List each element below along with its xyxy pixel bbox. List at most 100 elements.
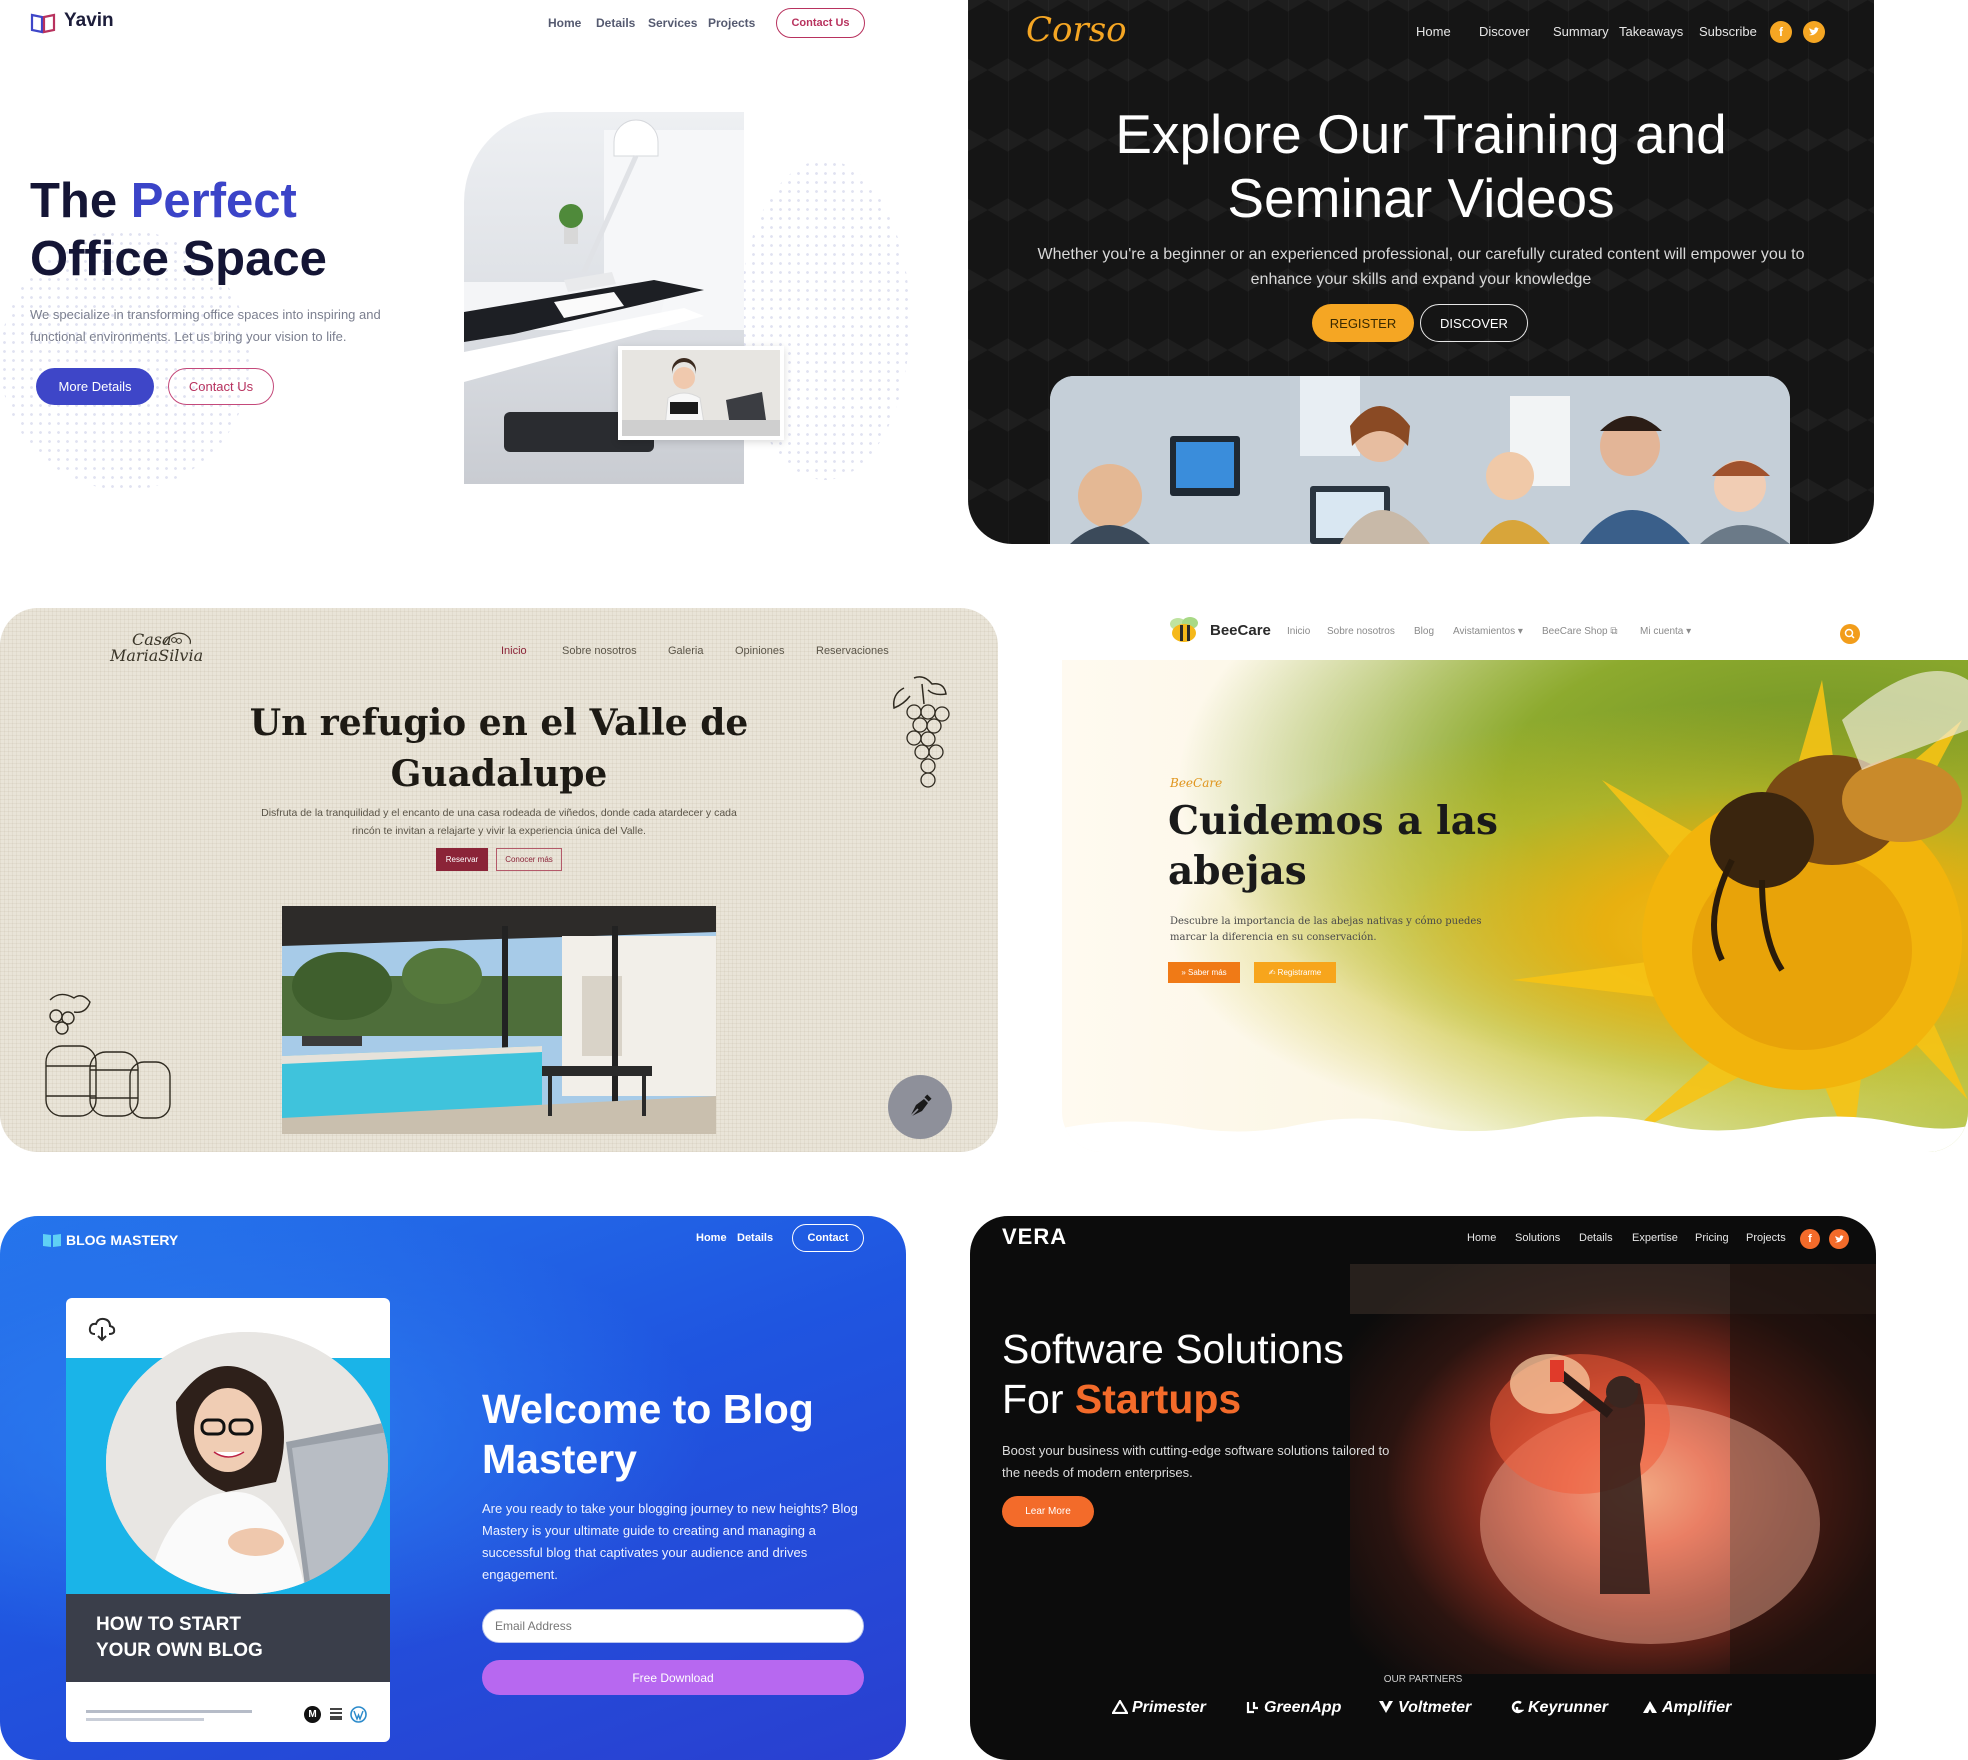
nav-sobre-nosotros[interactable]: Sobre nosotros — [1327, 626, 1395, 637]
ebook-title: HOW TO START YOUR OWN BLOG — [96, 1612, 263, 1664]
partner-keyrunner[interactable]: Keyrunner — [1510, 1699, 1608, 1717]
nav-takeaways[interactable]: Takeaways — [1619, 24, 1683, 39]
hero-title: Un refugio en el Valle de Guadalupe — [0, 698, 998, 800]
nav-projects[interactable]: Projects — [1746, 1232, 1786, 1244]
twitter-icon[interactable] — [1803, 21, 1825, 43]
partner-primester[interactable]: Primester — [1112, 1699, 1206, 1717]
contact-us-button[interactable]: Contact Us — [168, 368, 274, 405]
bee-logo-icon — [1170, 617, 1198, 642]
vera-panel: VERA Home Solutions Details Expertise Pr… — [970, 1216, 1876, 1760]
nav-reservaciones[interactable]: Reservaciones — [816, 645, 889, 657]
nav-sobre-nosotros[interactable]: Sobre nosotros — [562, 645, 637, 657]
hero-title-line1: Un refugio en el Valle de — [249, 702, 749, 744]
hero-brand-tag: BeeCare — [1170, 776, 1223, 790]
partners-label: OUR PARTNERS — [1383, 1674, 1463, 1685]
nav-contact-button[interactable]: Contact Us — [776, 8, 865, 38]
beecare-panel: BeeCare Inicio Sobre nosotros Blog Avist… — [1062, 608, 1968, 1152]
corso-panel: Corso Home Discover Summary Takeaways Su… — [968, 0, 1874, 544]
twitter-icon[interactable] — [1829, 1229, 1849, 1249]
greenapp-logo-icon — [1246, 1702, 1258, 1714]
wave-divider — [1062, 1116, 1968, 1152]
nav-pricing[interactable]: Pricing — [1695, 1232, 1729, 1244]
brand-logo[interactable]: VERA — [1002, 1224, 1067, 1250]
nav-home[interactable]: Home — [696, 1232, 727, 1244]
ebook-cover-card: HOW TO START YOUR OWN BLOG M — [66, 1298, 390, 1742]
voltmeter-logo-icon — [1379, 1701, 1393, 1713]
primester-logo-icon — [1112, 1700, 1128, 1714]
more-details-button[interactable]: More Details — [36, 368, 154, 405]
reservar-button[interactable]: Reservar — [436, 848, 488, 871]
blogger-portrait — [106, 1332, 388, 1594]
medium-icon[interactable]: M — [304, 1706, 321, 1723]
brand-logo[interactable]: Yavin — [64, 10, 114, 32]
ebook-title-line2: YOUR OWN BLOG — [96, 1640, 263, 1661]
hero-title-line2: Mastery — [482, 1436, 637, 1482]
nav-discover[interactable]: Discover — [1479, 24, 1530, 39]
nav-services[interactable]: Services — [648, 16, 697, 30]
facebook-icon[interactable]: f — [1770, 21, 1792, 43]
nav-opiniones[interactable]: Opiniones — [735, 645, 785, 657]
hero-title: Welcome to Blog Mastery — [482, 1384, 814, 1484]
brand-logo[interactable]: Corso — [1026, 10, 1127, 50]
hero-description: Whether you're a beginner or an experien… — [1037, 246, 1805, 288]
bee-flower-photo — [1062, 660, 1968, 1152]
nav-home[interactable]: Home — [1467, 1232, 1496, 1244]
nav-contact-button[interactable]: Contact — [792, 1224, 864, 1252]
learn-more-button[interactable]: Lear More — [1002, 1496, 1094, 1527]
hero-title-line2: Office Space — [30, 232, 327, 286]
search-icon[interactable] — [1840, 624, 1860, 644]
nav-blog[interactable]: Blog — [1414, 626, 1434, 637]
edit-floating-button[interactable] — [888, 1075, 952, 1139]
nav-details[interactable]: Details — [596, 16, 635, 30]
grape-leaf-logo-icon — [163, 632, 191, 645]
nav-summary[interactable]: Summary — [1553, 24, 1609, 39]
nav-subscribe[interactable]: Subscribe — [1699, 24, 1757, 39]
hero-description: Descubre la importancia de las abejas na… — [1170, 916, 1482, 943]
partner-greenapp[interactable]: GreenApp — [1246, 1699, 1341, 1717]
saber-mas-button[interactable]: » Saber más — [1168, 962, 1240, 983]
hero-title-line2: abejas — [1168, 848, 1307, 894]
conocer-mas-button[interactable]: Conocer más — [496, 848, 562, 871]
ebook-title-line1: HOW TO START — [96, 1614, 241, 1635]
hero-description: We specialize in transforming office spa… — [30, 307, 381, 344]
email-input[interactable]: Email Address — [482, 1609, 864, 1643]
free-download-button[interactable]: Free Download — [482, 1660, 864, 1695]
nav-avistamientos[interactable]: Avistamientos ▾ — [1453, 626, 1523, 637]
discover-button[interactable]: DISCOVER — [1420, 304, 1528, 342]
register-button[interactable]: REGISTER — [1312, 304, 1414, 342]
nav-inicio[interactable]: Inicio — [1287, 626, 1310, 637]
nav-galeria[interactable]: Galeria — [668, 645, 703, 657]
hero-title-line2: Guadalupe — [390, 753, 608, 795]
facebook-icon[interactable]: f — [1800, 1229, 1820, 1249]
partner-amplifier-label: Amplifier — [1662, 1699, 1732, 1716]
brand-logo[interactable]: BeeCare — [1210, 622, 1271, 639]
nav-home[interactable]: Home — [1416, 24, 1451, 39]
partner-greenapp-label: GreenApp — [1264, 1699, 1342, 1716]
keyrunner-logo-icon — [1511, 1700, 1524, 1714]
smoke-flare-photo — [1350, 1264, 1876, 1674]
amplifier-logo-icon — [1643, 1701, 1657, 1713]
nav-home[interactable]: Home — [548, 16, 581, 30]
nav-expertise[interactable]: Expertise — [1632, 1232, 1678, 1244]
nav-details[interactable]: Details — [1579, 1232, 1613, 1244]
partner-amplifier[interactable]: Amplifier — [1642, 1699, 1731, 1717]
nav-mi-cuenta[interactable]: Mi cuenta ▾ — [1640, 626, 1691, 637]
hero-title-line1: Explore Our Training and — [1115, 103, 1727, 165]
wordpress-icon[interactable] — [350, 1706, 367, 1723]
nav-inicio[interactable]: Inicio — [501, 645, 527, 657]
hero-title-accent: Startups — [1074, 1376, 1242, 1422]
brand-logo[interactable]: BLOG MASTERY — [66, 1232, 178, 1248]
substack-icon[interactable] — [328, 1706, 344, 1722]
nav-details[interactable]: Details — [737, 1232, 773, 1244]
partner-keyrunner-label: Keyrunner — [1528, 1699, 1609, 1716]
partner-voltmeter[interactable]: Voltmeter — [1378, 1699, 1471, 1717]
pen-nib-icon — [909, 1094, 932, 1118]
nav-solutions[interactable]: Solutions — [1515, 1232, 1560, 1244]
hero-title-line1: Cuidemos a las — [1168, 798, 1498, 844]
hero-title-line2: Seminar Videos — [1227, 167, 1615, 229]
nav-projects[interactable]: Projects — [708, 16, 755, 30]
nav-beecare-shop[interactable]: BeeCare Shop ⧉ — [1542, 626, 1618, 637]
partner-voltmeter-label: Voltmeter — [1398, 1699, 1472, 1716]
registrarme-button[interactable]: ✍ Registrarme — [1254, 962, 1336, 983]
cover-rule-1 — [86, 1710, 252, 1713]
